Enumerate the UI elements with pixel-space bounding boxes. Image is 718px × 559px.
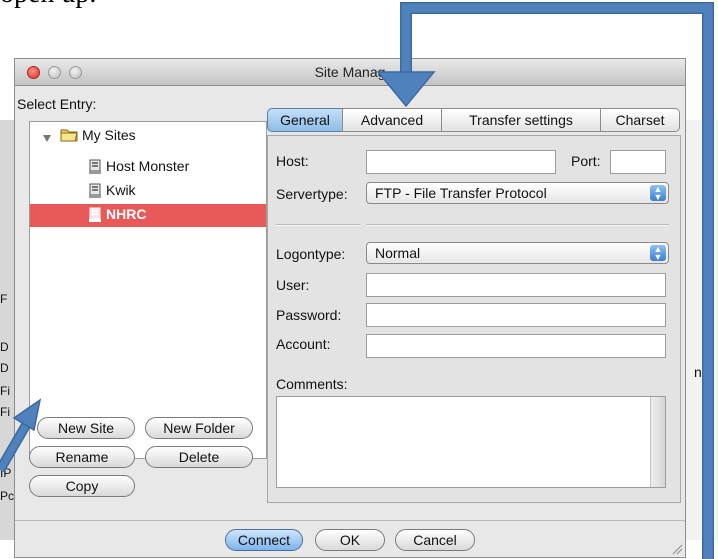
- popup-stepper-icon: ▲ ▼: [650, 185, 666, 202]
- titlebar[interactable]: Site Manag: [15, 59, 685, 86]
- port-label: Port:: [571, 153, 601, 169]
- new-site-button[interactable]: New Site: [37, 417, 135, 439]
- select-entry-label: Select Entry:: [17, 96, 97, 112]
- background-text: Pc: [0, 489, 15, 503]
- servertype-label: Servertype:: [276, 186, 348, 202]
- password-input[interactable]: [366, 303, 666, 327]
- separator: [366, 224, 669, 226]
- folder-icon: [60, 127, 78, 145]
- tree-label: Host Monster: [106, 158, 190, 174]
- logontype-value: Normal: [375, 245, 421, 261]
- popup-stepper-icon: ▲ ▼: [650, 245, 666, 262]
- account-input[interactable]: [366, 334, 666, 358]
- delete-button[interactable]: Delete: [145, 446, 253, 468]
- copy-button[interactable]: Copy: [29, 475, 135, 497]
- new-folder-button[interactable]: New Folder: [145, 417, 253, 439]
- comments-textarea[interactable]: [276, 396, 666, 488]
- background-app-strip-right: [686, 120, 718, 540]
- site-tree[interactable]: My Sites Host Monster Kwik NHRC: [29, 121, 267, 459]
- tree-label: My Sites: [82, 127, 136, 143]
- document-caption: open up.: [0, 0, 96, 10]
- account-label: Account:: [276, 336, 331, 352]
- port-input[interactable]: [610, 150, 666, 174]
- server-icon: [88, 159, 102, 178]
- rename-button[interactable]: Rename: [29, 446, 135, 468]
- background-text: IP: [0, 466, 12, 480]
- servertype-select[interactable]: FTP - File Transfer Protocol ▲ ▼: [366, 182, 669, 204]
- tree-row-my-sites[interactable]: My Sites: [30, 125, 266, 147]
- logontype-select[interactable]: Normal ▲ ▼: [366, 242, 669, 264]
- logontype-label: Logontype:: [276, 246, 346, 262]
- tree-row-site-selected[interactable]: NHRC: [30, 204, 266, 227]
- site-manager-window: Site Manag Select Entry: My Sites Host M…: [14, 58, 686, 558]
- separator: [276, 224, 360, 226]
- resize-grip-icon[interactable]: [671, 543, 683, 555]
- background-text: ne: [694, 364, 710, 380]
- tab-charset[interactable]: Charset: [600, 108, 680, 132]
- host-label: Host:: [276, 153, 309, 169]
- general-panel: Host: Port: Servertype: FTP - File Trans…: [267, 135, 681, 503]
- tree-label: Kwik: [106, 182, 136, 198]
- user-label: User:: [276, 277, 310, 293]
- background-text: D: [0, 361, 9, 375]
- host-input[interactable]: [366, 150, 556, 174]
- bottom-separator: [15, 520, 685, 521]
- server-icon: [88, 183, 102, 202]
- comments-scrollbar[interactable]: [650, 397, 665, 487]
- cancel-button[interactable]: Cancel: [395, 529, 475, 551]
- background-text: Fi: [0, 384, 10, 398]
- tab-transfer-settings[interactable]: Transfer settings: [441, 108, 601, 132]
- password-label: Password:: [276, 307, 342, 323]
- disclosure-triangle-icon[interactable]: [42, 130, 52, 146]
- ok-button[interactable]: OK: [315, 529, 385, 551]
- tree-label: NHRC: [106, 206, 147, 222]
- comments-label: Comments:: [276, 376, 348, 392]
- user-input[interactable]: [366, 273, 666, 297]
- window-title: Site Manag: [314, 64, 386, 80]
- background-text: F: [0, 292, 8, 306]
- server-icon: [88, 207, 102, 226]
- background-text: Fi: [0, 405, 10, 419]
- servertype-value: FTP - File Transfer Protocol: [375, 185, 547, 201]
- tab-general[interactable]: General: [267, 108, 343, 132]
- tab-advanced[interactable]: Advanced: [342, 108, 442, 132]
- connect-button[interactable]: Connect: [225, 529, 303, 551]
- tree-row-site[interactable]: Kwik: [30, 180, 266, 202]
- tree-row-site[interactable]: Host Monster: [30, 156, 266, 178]
- background-text: D: [0, 340, 9, 354]
